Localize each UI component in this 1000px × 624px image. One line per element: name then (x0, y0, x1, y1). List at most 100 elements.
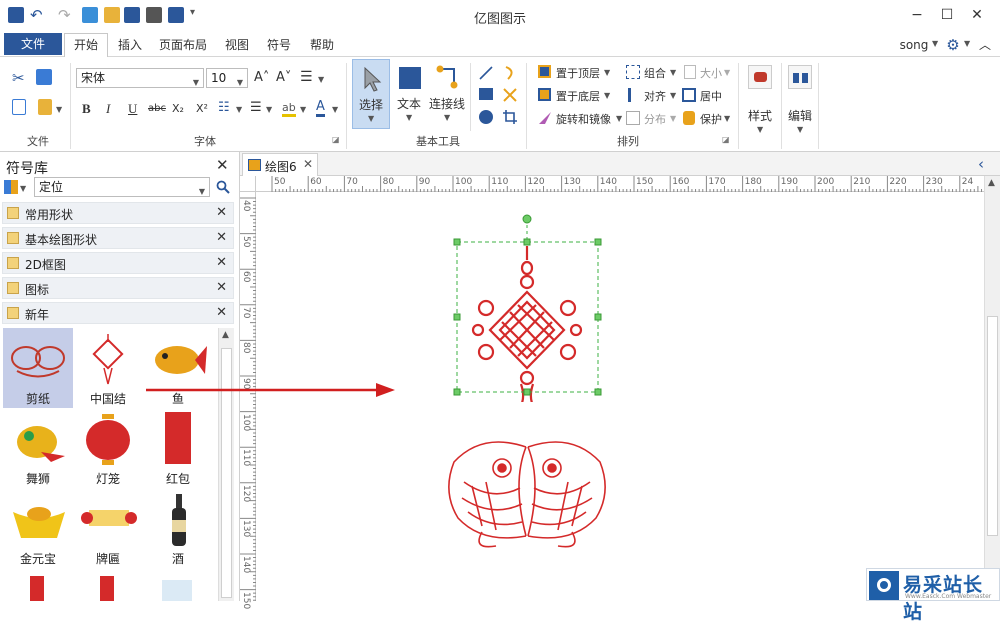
collapse-ribbon-icon[interactable]: ︿ (976, 35, 994, 55)
file-menu[interactable]: 文件 (4, 33, 62, 55)
shape-firecracker2-partial[interactable] (100, 576, 114, 601)
user-menu[interactable]: song (896, 35, 932, 55)
cross-tool-icon[interactable] (502, 87, 518, 103)
send-to-back-button[interactable]: 置于底层 ▼ (536, 86, 636, 104)
tab-page-layout[interactable]: 页面布局 (156, 35, 210, 55)
bold-button[interactable]: B (82, 101, 91, 117)
library-menu-icon[interactable] (4, 180, 18, 194)
close-tab-icon[interactable]: ✕ (303, 157, 313, 171)
shape-paper-cut[interactable]: 剪纸 (3, 328, 73, 408)
format-painter-icon[interactable] (36, 69, 52, 85)
scroll-up-icon[interactable]: ▲ (988, 178, 995, 188)
center-button[interactable]: 居中 (680, 86, 730, 104)
italic-button[interactable]: I (106, 101, 110, 117)
rectangle-tool-icon[interactable] (479, 88, 493, 100)
ellipse-tool-icon[interactable] (479, 110, 493, 124)
canvas-scroll-thumb[interactable] (987, 316, 998, 536)
chinese-knot-shape[interactable] (446, 212, 606, 402)
shape-chinese-knot[interactable]: 中国结 (73, 328, 143, 408)
tab-view[interactable]: 视图 (220, 35, 254, 55)
library-menu-caret-icon[interactable]: ▼ (20, 184, 26, 193)
shape-firework-partial[interactable] (162, 580, 192, 601)
align-caret-icon[interactable]: ▼ (318, 75, 324, 84)
distribute-button[interactable]: 分布 ▼ (624, 109, 684, 127)
bring-to-front-button[interactable]: 置于顶层 ▼ (536, 63, 636, 81)
close-icon[interactable]: ✕ (216, 305, 227, 320)
tab-help[interactable]: 帮助 (304, 35, 340, 55)
strikethrough-button[interactable]: abc (148, 103, 166, 114)
gear-icon[interactable]: ⚙ (944, 35, 962, 55)
paragraph-align-icon[interactable]: ☰ (300, 69, 313, 85)
shape-lantern[interactable]: 灯笼 (73, 408, 143, 488)
close-panel-icon[interactable]: ✕ (216, 156, 229, 174)
tab-symbol[interactable]: 符号 (262, 35, 296, 55)
line-spacing-caret-icon[interactable]: ▼ (236, 105, 242, 114)
close-icon[interactable]: ✕ (216, 205, 227, 220)
edit-button[interactable]: 编辑 ▼ (784, 61, 816, 134)
highlight-icon[interactable]: ab (282, 101, 296, 117)
shape-firecracker-partial[interactable] (30, 576, 44, 601)
library-row-new-year[interactable]: 新年 ✕ (2, 302, 234, 324)
font-name-select[interactable]: 宋体 ▼ (76, 68, 204, 88)
group-button[interactable]: 组合 ▼ (624, 63, 684, 81)
ruler-label: 70 (346, 177, 358, 187)
underline-button[interactable]: U (128, 101, 137, 117)
close-icon[interactable]: ✕ (216, 230, 227, 245)
bullets-icon[interactable]: ☰ (250, 100, 262, 115)
font-color-caret-icon[interactable]: ▼ (332, 105, 338, 114)
style-button[interactable]: 样式 ▼ (742, 61, 778, 134)
connector-tool-button[interactable]: 连接线 ▼ (428, 59, 468, 129)
cut-icon[interactable]: ✂ (12, 69, 28, 87)
search-input[interactable]: 定位 ▼ (34, 177, 210, 197)
font-shrink-button[interactable]: A˅ (276, 70, 291, 85)
font-grow-button[interactable]: A˄ (254, 70, 269, 85)
panel-expand-icon[interactable]: ‹ (978, 155, 984, 173)
shape-red-envelope[interactable]: 红包 (143, 408, 213, 488)
maximize-button[interactable]: ☐ (932, 4, 962, 26)
line-spacing-icon[interactable]: ☷ (218, 100, 230, 115)
gear-caret-icon: ▼ (964, 39, 971, 48)
document-tab[interactable]: 绘图6 ✕ (242, 153, 318, 176)
tab-home[interactable]: 开始 (64, 33, 108, 58)
close-icon[interactable]: ✕ (216, 255, 227, 270)
library-row-basic-drawing[interactable]: 基本绘图形状 ✕ (2, 227, 234, 249)
scroll-up-icon[interactable]: ▲ (222, 330, 229, 340)
font-color-icon[interactable]: A (316, 100, 325, 117)
select-tool-label: 选择 (359, 98, 384, 112)
subscript-button[interactable]: X₂ (172, 102, 184, 115)
superscript-button[interactable]: X² (196, 102, 208, 115)
shape-gold-ingot[interactable]: 金元宝 (3, 488, 73, 568)
crop-tool-icon[interactable] (502, 109, 518, 125)
shape-plaque[interactable]: 牌匾 (73, 488, 143, 568)
line-tool-icon[interactable] (478, 65, 494, 81)
panel-scrollbar[interactable]: ▲ (218, 328, 234, 601)
shape-wine[interactable]: 酒 (143, 488, 213, 568)
bullets-caret-icon[interactable]: ▼ (266, 105, 272, 114)
arc-tool-icon[interactable] (502, 65, 518, 81)
rotate-mirror-button[interactable]: 旋转和镜像 ▼ (536, 109, 636, 127)
paste-icon[interactable] (38, 99, 52, 115)
library-row-2d-block[interactable]: 2D框图 ✕ (2, 252, 234, 274)
highlight-caret-icon[interactable]: ▼ (300, 105, 306, 114)
close-icon[interactable]: ✕ (216, 280, 227, 295)
align-button[interactable]: 对齐 ▼ (624, 86, 684, 104)
select-tool-button[interactable]: 选择 ▼ (352, 59, 390, 129)
minimize-button[interactable]: − (902, 4, 932, 26)
protect-button[interactable]: 保护 ▼ (680, 109, 732, 127)
arrange-dialog-launcher-icon[interactable]: ◪ (722, 135, 730, 144)
size-button[interactable]: 大小 ▼ (684, 63, 734, 81)
library-row-icons[interactable]: 图标 ✕ (2, 277, 234, 299)
paper-cut-fish-shape[interactable] (442, 432, 612, 552)
font-size-select[interactable]: 10 ▼ (206, 68, 248, 88)
shape-lion-dance[interactable]: 舞狮 (3, 408, 73, 488)
font-dialog-launcher-icon[interactable]: ◪ (332, 135, 340, 144)
tab-insert[interactable]: 插入 (112, 35, 148, 55)
library-row-common[interactable]: 常用形状 ✕ (2, 202, 234, 224)
canvas-vertical-scrollbar[interactable]: ▲ (984, 176, 1000, 601)
search-icon[interactable] (216, 180, 230, 194)
group-divider (70, 63, 71, 149)
close-button[interactable]: ✕ (962, 4, 992, 26)
copy-icon[interactable] (12, 99, 26, 115)
paste-caret-icon[interactable]: ▼ (56, 105, 62, 114)
text-tool-button[interactable]: 文本 ▼ (393, 59, 427, 129)
